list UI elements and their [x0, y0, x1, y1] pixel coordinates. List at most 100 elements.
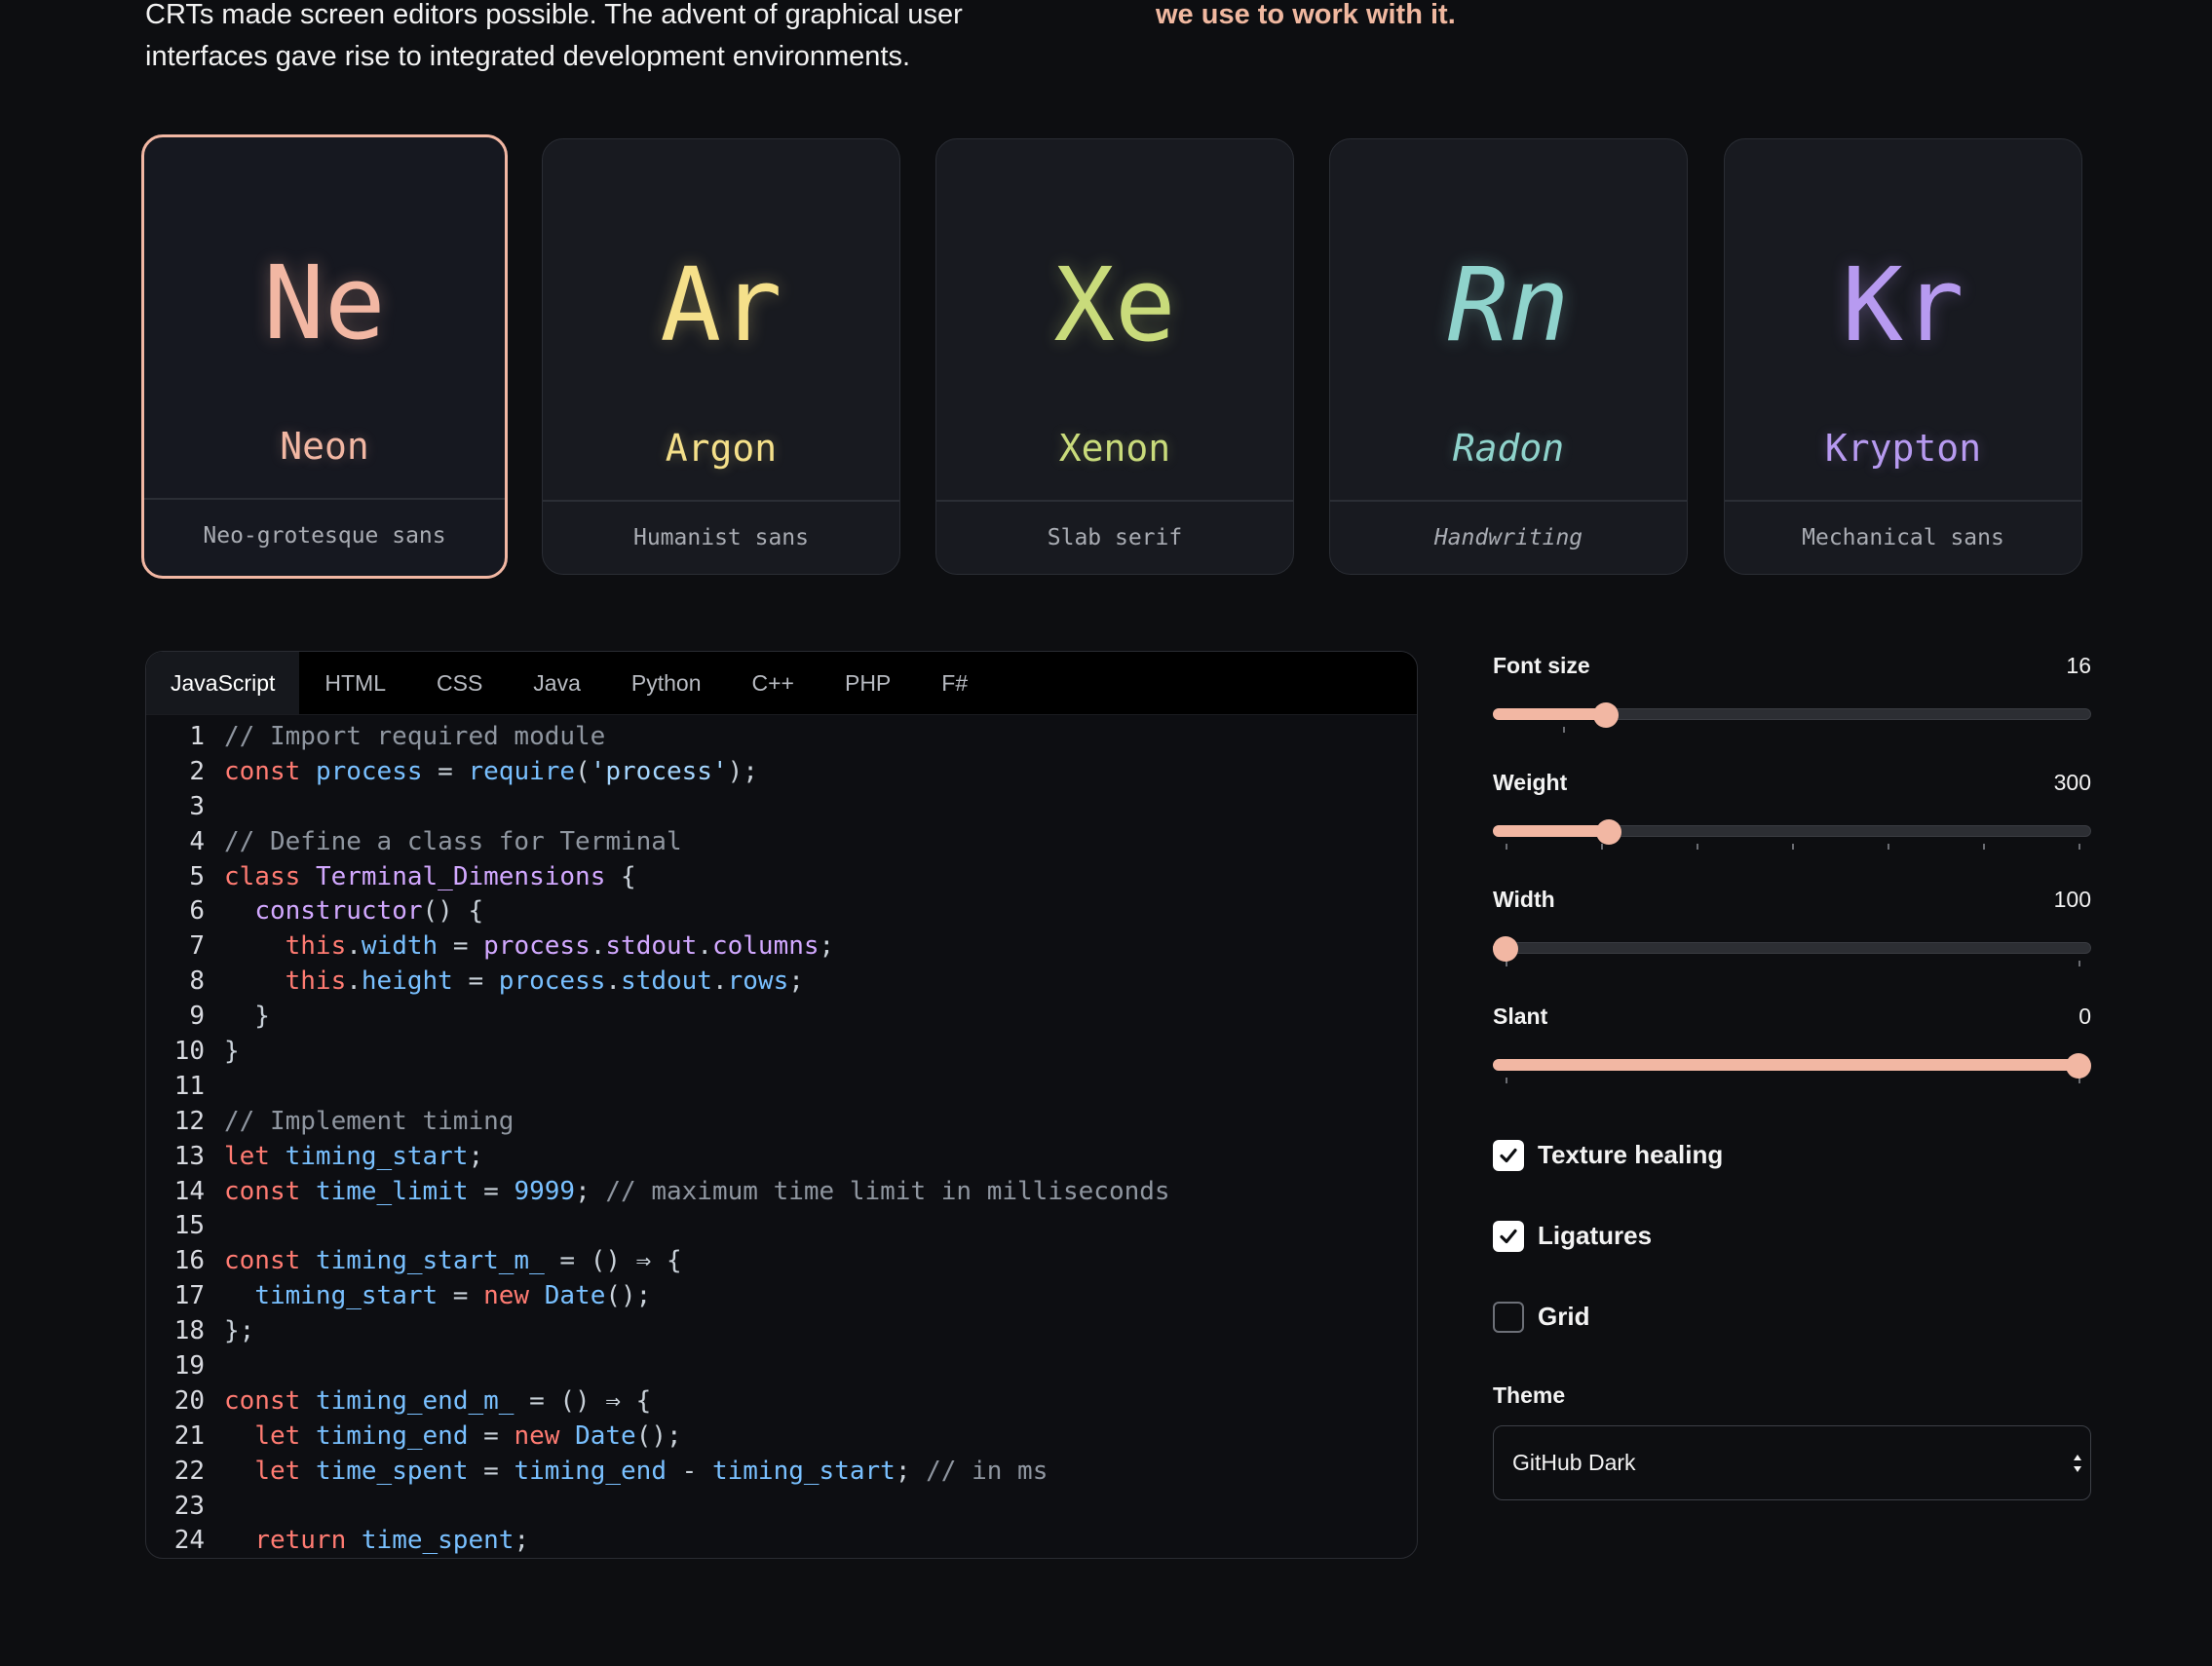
code-area[interactable]: 1// Import required module 2 const process…: [146, 720, 1417, 1558]
slider-thumb[interactable]: [1595, 819, 1621, 845]
slider-value: 300: [2053, 770, 2091, 795]
slider-ticks: [1493, 961, 2091, 968]
code-token: timing_start_m_: [315, 1246, 545, 1276]
font-symbol: Ne: [263, 244, 386, 362]
checkbox-checked-icon[interactable]: [1493, 1139, 1524, 1171]
code-token: return: [254, 1526, 347, 1556]
code-token: const: [224, 756, 301, 786]
line-source: let time_spent = timing_end - timing_sta…: [205, 1455, 1048, 1490]
font-name: Krypton: [1824, 427, 1982, 470]
code-token: stdout: [621, 966, 712, 997]
code-token: width: [361, 931, 439, 962]
checkbox-unchecked-icon[interactable]: [1493, 1301, 1524, 1333]
tab-javascript[interactable]: JavaScript: [146, 652, 300, 714]
code-token: new: [483, 1281, 530, 1311]
code-line: 5 class Terminal_Dimensions {: [146, 860, 1417, 895]
font-card-krypton[interactable]: Kr Krypton Mechanical sans: [1724, 138, 2082, 575]
code-token: timing_start: [254, 1281, 439, 1311]
code-token: timing_start: [711, 1456, 896, 1486]
code-token: =: [468, 1420, 515, 1451]
code-token: constructor: [254, 896, 423, 927]
page: CRTs made screen editors possible. The a…: [0, 0, 2212, 1666]
line-number: 8: [189, 966, 205, 997]
code-token: {: [605, 861, 636, 891]
checkbox-ligatures[interactable]: Ligatures: [1493, 1195, 2091, 1276]
line-source: return time_spent;: [205, 1524, 529, 1558]
checkbox-grid[interactable]: Grid: [1493, 1276, 2091, 1357]
code-token: 9999: [514, 1176, 576, 1206]
code-line: 15: [146, 1209, 1417, 1244]
font-card-neon[interactable]: Ne Neon Neo-grotesque sans: [141, 134, 508, 579]
code-token: new: [514, 1420, 560, 1451]
code-token: .: [605, 966, 622, 997]
slider-tick: [1697, 844, 1698, 850]
font-name: Radon: [1452, 427, 1565, 470]
font-classification: Humanist sans: [632, 525, 809, 550]
line-number: 6: [189, 896, 205, 927]
line-number: 10: [173, 1037, 205, 1067]
code-token: Date: [575, 1420, 636, 1451]
font-classification: Handwriting: [1433, 525, 1583, 550]
tab-html[interactable]: HTML: [299, 652, 411, 714]
code-token: .: [590, 931, 606, 962]
code-token: process: [498, 966, 606, 997]
line-number: 13: [173, 1141, 205, 1171]
theme-label: Theme: [1493, 1382, 1566, 1408]
line-source: [205, 1070, 224, 1105]
slider-label: Slant: [1493, 1003, 1548, 1029]
code-line: 18};: [146, 1314, 1417, 1349]
font-card-xenon[interactable]: Xe Xenon Slab serif: [935, 138, 1294, 575]
tab-css[interactable]: CSS: [411, 652, 508, 714]
tab-java[interactable]: Java: [508, 652, 606, 714]
code-token: time_spent: [315, 1456, 469, 1486]
code-token: timing_end: [514, 1456, 667, 1486]
tab-python[interactable]: Python: [606, 652, 727, 714]
language-tabs: JavaScript HTML CSS Java Python C++ PHP F#: [146, 652, 1417, 715]
slider-thumb[interactable]: [1592, 702, 1619, 728]
checkboxes: Texture healing Ligatures Grid: [1493, 1115, 2091, 1357]
card-divider: [1725, 500, 2081, 502]
slider-track[interactable]: [1493, 942, 2091, 954]
code-token: const: [224, 1176, 301, 1206]
line-source: };: [205, 1314, 254, 1349]
code-line: 22 let time_spent = timing_end - timing_…: [146, 1455, 1417, 1490]
code-line: 23: [146, 1490, 1417, 1525]
font-card-radon[interactable]: Rn Radon Handwriting: [1329, 138, 1688, 575]
font-card-argon[interactable]: Ar Argon Humanist sans: [542, 138, 900, 575]
slider-fill: [1493, 825, 1609, 837]
code-token: let: [254, 1456, 301, 1486]
slider-ticks: [1493, 1078, 2091, 1085]
slider-label: Font size: [1493, 653, 1590, 678]
code-token: ;: [575, 1176, 606, 1206]
font-classification: Slab serif: [1047, 525, 1183, 550]
tab-c[interactable]: C++: [727, 652, 820, 714]
tab-php[interactable]: PHP: [820, 652, 916, 714]
slider-value: 0: [2079, 1003, 2091, 1029]
code-token: // in ms: [926, 1456, 1049, 1486]
code-token: this: [285, 931, 347, 962]
font-name: Xenon: [1058, 427, 1171, 470]
line-number: 20: [173, 1385, 205, 1416]
checkbox-checked-icon[interactable]: [1493, 1220, 1524, 1252]
line-number: 19: [173, 1351, 205, 1382]
slider-label: Weight: [1493, 770, 1568, 795]
slider-thumb[interactable]: [1493, 936, 1518, 962]
slider-thumb[interactable]: [2066, 1053, 2091, 1079]
card-divider: [936, 500, 1293, 502]
code-token: );: [727, 756, 758, 786]
checkbox-texture-healing[interactable]: Texture healing: [1493, 1115, 2091, 1195]
line-source: let timing_end = new Date();: [205, 1420, 681, 1455]
line-source: this.height = process.stdout.rows;: [205, 965, 804, 1000]
code-token: .: [711, 966, 728, 997]
tab-f[interactable]: F#: [916, 652, 993, 714]
line-number: 23: [173, 1491, 205, 1521]
code-token: process: [315, 756, 423, 786]
theme-select[interactable]: GitHub Dark: [1493, 1425, 2091, 1500]
line-source: }: [205, 1000, 270, 1035]
font-symbol: Ar: [660, 246, 782, 364]
